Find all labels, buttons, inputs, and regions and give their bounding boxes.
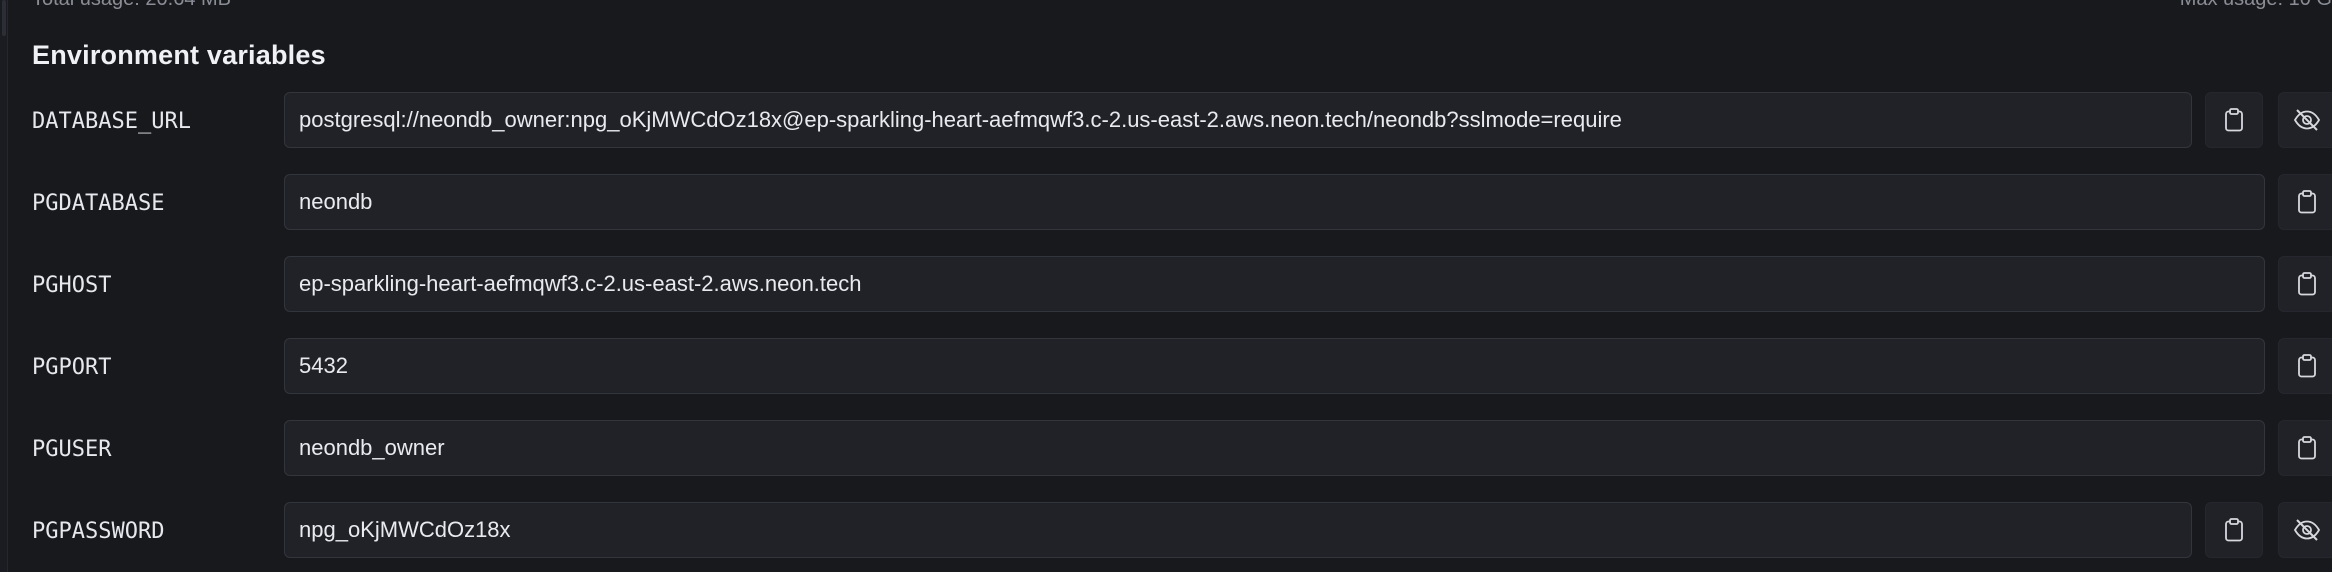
clipboard-icon [2298, 354, 2316, 378]
env-value-field[interactable]: ep-sparkling-heart-aefmqwf3.c-2.us-east-… [284, 256, 2265, 312]
clipboard-icon [2298, 436, 2316, 460]
toggle-visibility-button[interactable] [2278, 502, 2332, 558]
scrollbar-thumb[interactable] [2, 0, 6, 36]
toggle-visibility-button[interactable] [2278, 92, 2332, 148]
env-row-pgport: PGPORT 5432 [0, 338, 2332, 396]
environment-variables-panel: Total usage: 20.64 MB Max usage: 10 G En… [0, 0, 2332, 572]
env-key: DATABASE_URL [32, 108, 191, 134]
env-row-pghost: PGHOST ep-sparkling-heart-aefmqwf3.c-2.u… [0, 256, 2332, 314]
clipboard-icon [2298, 272, 2316, 296]
env-value-text: neondb [299, 189, 373, 214]
copy-button[interactable] [2205, 502, 2263, 558]
env-value-field[interactable]: npg_oKjMWCdOz18x [284, 502, 2192, 558]
env-value-text: npg_oKjMWCdOz18x [299, 517, 511, 542]
env-row-pguser: PGUSER neondb_owner [0, 420, 2332, 478]
env-value-field[interactable]: neondb [284, 174, 2265, 230]
env-row-database-url: DATABASE_URL postgresql://neondb_owner:n… [0, 92, 2332, 150]
env-row-pgdatabase: PGDATABASE neondb [0, 174, 2332, 232]
env-value-text: ep-sparkling-heart-aefmqwf3.c-2.us-east-… [299, 271, 862, 296]
copy-button[interactable] [2278, 174, 2332, 230]
max-usage-text: Max usage: 10 G [2180, 0, 2332, 11]
env-row-pgpassword: PGPASSWORD npg_oKjMWCdOz18x [0, 502, 2332, 560]
env-value-field[interactable]: 5432 [284, 338, 2265, 394]
env-key: PGDATABASE [32, 190, 165, 216]
copy-button[interactable] [2278, 338, 2332, 394]
env-value-text: neondb_owner [299, 435, 445, 460]
copy-button[interactable] [2278, 256, 2332, 312]
total-usage-text: Total usage: 20.64 MB [32, 0, 231, 11]
env-key: PGPASSWORD [32, 518, 165, 544]
clipboard-icon [2298, 190, 2316, 214]
clipboard-icon [2225, 108, 2243, 132]
eye-off-icon [2293, 109, 2321, 131]
env-key: PGPORT [32, 354, 112, 380]
env-value-field[interactable]: neondb_owner [284, 420, 2265, 476]
copy-button[interactable] [2278, 420, 2332, 476]
copy-button[interactable] [2205, 92, 2263, 148]
env-value-text: postgresql://neondb_owner:npg_oKjMWCdOz1… [299, 107, 1622, 132]
env-value-text: 5432 [299, 353, 348, 378]
eye-off-icon [2293, 519, 2321, 541]
env-key: PGUSER [32, 436, 112, 462]
env-key: PGHOST [32, 272, 112, 298]
env-value-field[interactable]: postgresql://neondb_owner:npg_oKjMWCdOz1… [284, 92, 2192, 148]
usage-summary: Total usage: 20.64 MB Max usage: 10 G [32, 0, 2332, 12]
clipboard-icon [2225, 518, 2243, 542]
section-title: Environment variables [32, 40, 326, 70]
